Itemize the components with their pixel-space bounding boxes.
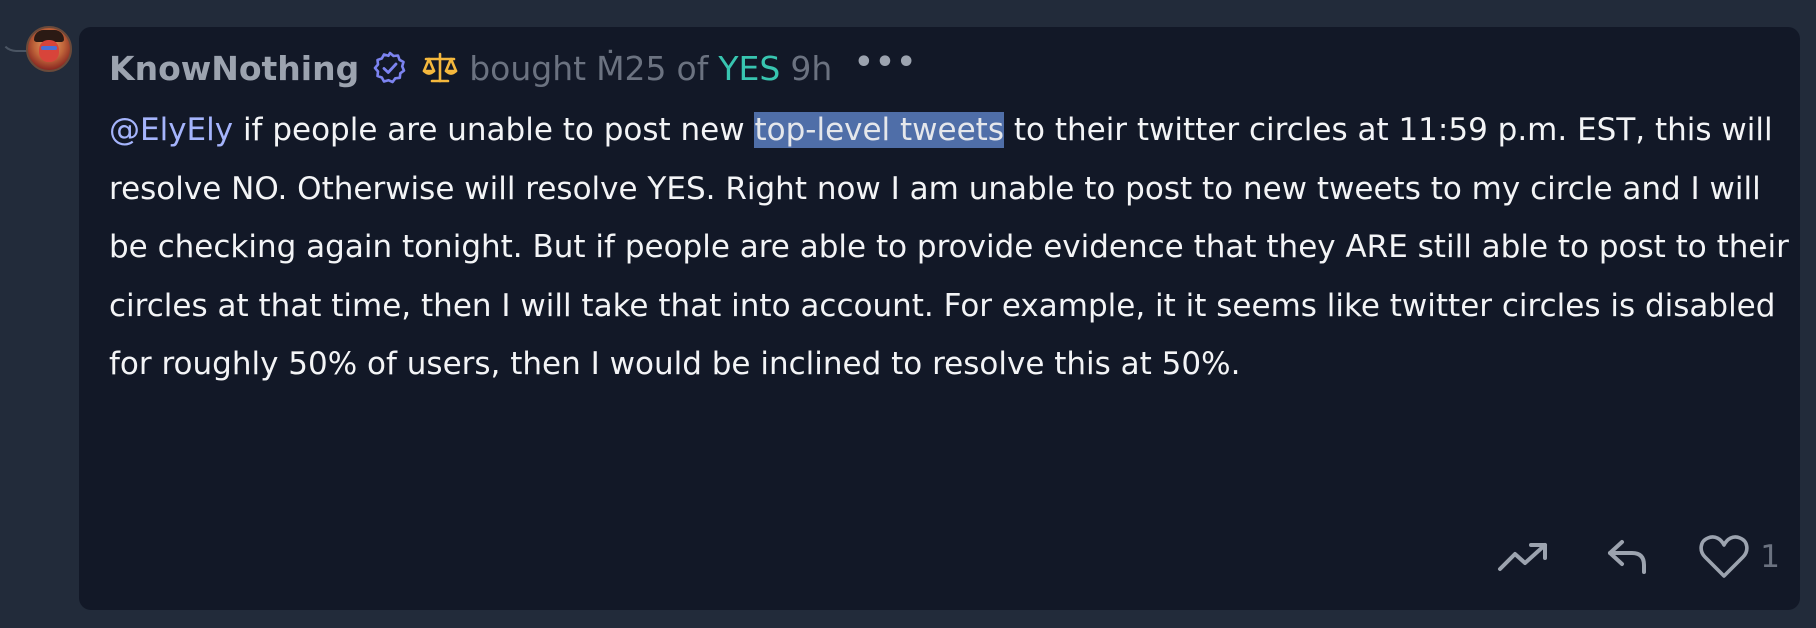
verified-check-icon <box>373 51 407 85</box>
selected-text: top-level tweets <box>754 112 1004 148</box>
bet-verb: bought <box>469 48 587 88</box>
like-count: 1 <box>1760 539 1780 575</box>
scale-icon <box>421 51 459 85</box>
reply-icon[interactable] <box>1598 532 1658 582</box>
bet-of: of <box>676 48 709 88</box>
comment-actions: 1 <box>1450 532 1780 582</box>
timestamp[interactable]: 9h <box>790 49 832 88</box>
comment-text-part-1: if people are unable to post new <box>233 112 755 148</box>
comment-header: KnowNothing bought Ṁ25 of YES 9h ••• <box>109 43 918 93</box>
comment-text-part-2: to their twitter circles at 11:59 p.m. E… <box>109 112 1789 382</box>
avatar-eyes <box>41 46 57 50</box>
more-options-button[interactable]: ••• <box>854 45 918 80</box>
page: KnowNothing bought Ṁ25 of YES 9h ••• @El… <box>0 0 1816 628</box>
user-mention-link[interactable]: @ElyEly <box>109 112 233 148</box>
username-link[interactable]: KnowNothing <box>109 49 359 88</box>
avatar[interactable] <box>26 26 72 72</box>
comment-body: @ElyEly if people are unable to post new… <box>109 101 1789 394</box>
comment-card: KnowNothing bought Ṁ25 of YES 9h ••• @El… <box>79 27 1800 610</box>
bet-amount: Ṁ25 <box>596 48 667 88</box>
trending-up-icon[interactable] <box>1494 532 1554 582</box>
like-group: 1 <box>1698 534 1780 580</box>
bet-outcome: YES <box>718 48 781 88</box>
heart-icon[interactable] <box>1698 534 1750 580</box>
avatar-face <box>39 40 59 62</box>
